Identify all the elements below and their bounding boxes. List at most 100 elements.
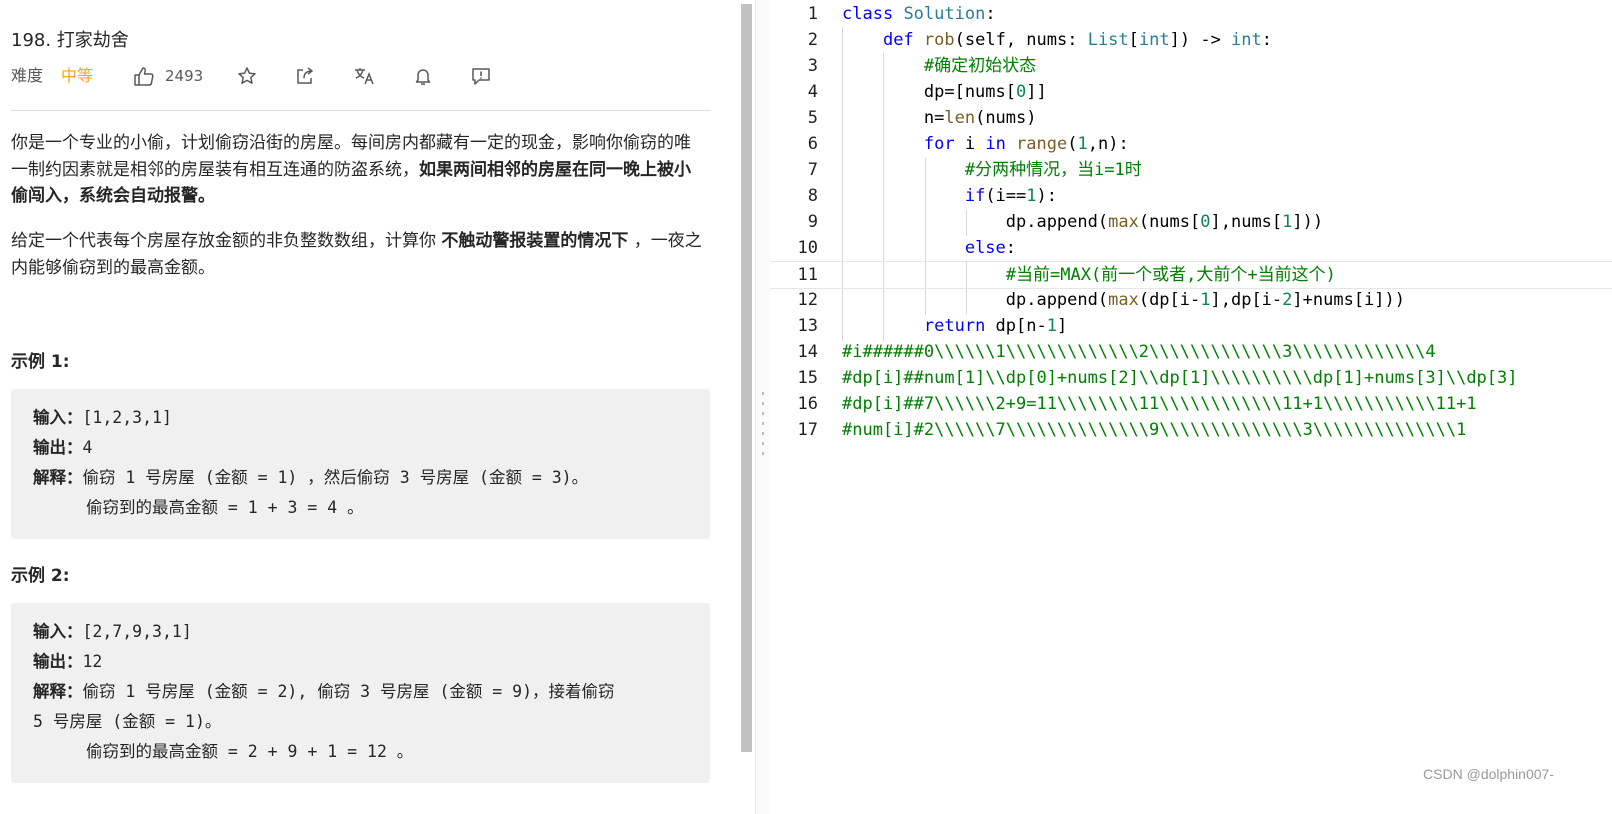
splitter-grip-dot — [762, 442, 764, 445]
code-text: #确定初始状态 — [842, 53, 1036, 79]
splitter-grip-dot — [762, 452, 764, 455]
code-line: 17 #num[i]#2\\\\\\7\\\\\\\\\\\\\\9\\\\\\… — [770, 417, 1612, 443]
line-number: 12 — [797, 290, 818, 310]
line-number: 15 — [797, 368, 818, 388]
star-icon[interactable] — [237, 66, 257, 93]
code-comment: #i######0\\\\\\1\\\\\\\\\\\\\2\\\\\\\\\\… — [842, 342, 1436, 362]
code-text: else: — [964, 238, 1017, 258]
code-line: 14 #i######0\\\\\\1\\\\\\\\\\\\\2\\\\\\\… — [770, 339, 1612, 365]
meta-divider — [11, 110, 711, 111]
code-text: for i in range(1,n): — [923, 134, 1129, 154]
code-comment: #dp[i]##num[1]\\dp[0]+nums[2]\\dp[1]\\\\… — [842, 368, 1518, 388]
output-label: 输出： — [33, 438, 83, 457]
splitter-grip-dot — [762, 392, 764, 395]
problem-title: 198. 打家劫舍 — [11, 30, 129, 51]
code-comment: #num[i]#2\\\\\\7\\\\\\\\\\\\\\9\\\\\\\\\… — [842, 420, 1467, 440]
code-line: 4 dp=[nums[0]] — [770, 79, 1612, 105]
code-text: dp.append(max(nums[0],nums[1])) — [842, 212, 1324, 232]
example-explain-line-1b: 5 号房屋 (金额 = 1)。 — [33, 712, 222, 731]
code-line: 1 class Solution: — [770, 1, 1612, 27]
code-line: 15 #dp[i]##num[1]\\dp[0]+nums[2]\\dp[1]\… — [770, 365, 1612, 391]
line-number: 5 — [807, 108, 818, 128]
description-scrollbar[interactable] — [741, 4, 752, 752]
example-2-box: 输入：[2,7,9,3,1] 输出：12 解释：偷窃 1 号房屋 (金额 = 2… — [11, 603, 710, 783]
code-text: n=len(nums) — [842, 108, 1037, 128]
description-text: 给定一个代表每个房屋存放金额的非负整数数组，计算你 — [11, 231, 442, 251]
bell-icon[interactable] — [413, 66, 433, 93]
code-line: 7 #分两种情况，当i=1时 — [770, 157, 1612, 183]
share-icon[interactable] — [295, 66, 315, 93]
panel-splitter[interactable] — [755, 0, 771, 814]
code-comment: #dp[i]##7\\\\\\2+9=11\\\\\\\\11\\\\\\\\\… — [842, 394, 1477, 414]
line-number: 6 — [807, 134, 818, 154]
code-text: dp.append(max(dp[i-1],dp[i-2]+nums[i])) — [842, 290, 1405, 310]
input-value: [1,2,3,1] — [82, 408, 172, 427]
difficulty-label: 难度 — [11, 66, 44, 85]
code-line: 16 #dp[i]##7\\\\\\2+9=11\\\\\\\\11\\\\\\… — [770, 391, 1612, 417]
line-number: 2 — [807, 30, 818, 50]
code-comment: #当前=MAX(前一个或者,大前个+当前这个) — [1005, 265, 1336, 285]
code-comment: #确定初始状态 — [923, 56, 1037, 76]
code-line: 10 else: — [770, 235, 1612, 261]
description-paragraph-2: 给定一个代表每个房屋存放金额的非负整数数组，计算你 不触动警报装置的情况下 ，一… — [11, 228, 706, 281]
example-explain-line: 解释：偷窃 1 号房屋 (金额 = 1) ，然后偷窃 3 号房屋 (金额 = 3… — [33, 467, 588, 489]
translate-icon[interactable] — [353, 66, 375, 93]
splitter-grip-dot — [762, 412, 764, 415]
code-editor[interactable]: 1 class Solution: 2 def rob(self, nums: … — [770, 0, 1612, 814]
code-text: dp=[nums[0]] — [842, 82, 1047, 102]
code-line: 13 return dp[n-1] — [770, 313, 1612, 339]
code-comment: #分两种情况，当i=1时 — [964, 160, 1142, 180]
output-value: 12 — [82, 652, 103, 671]
description-bold: 不触动警报装置的情况下 — [441, 231, 629, 251]
description-paragraph-1: 你是一个专业的小偷，计划偷窃沿街的房屋。每间房内都藏有一定的现金，影响你偷窃的唯… — [11, 130, 706, 210]
input-value: [2,7,9,3,1] — [82, 622, 192, 641]
code-line-current: 11 #当前=MAX(前一个或者,大前个+当前这个) — [770, 261, 1612, 289]
code-line: 5 n=len(nums) — [770, 105, 1612, 131]
line-number: 8 — [807, 186, 818, 206]
example-2-title: 示例 2: — [11, 566, 70, 586]
example-input-line: 输入：[1,2,3,1] — [33, 407, 172, 429]
problem-meta-bar: 难度 中等 2493 — [11, 64, 711, 88]
line-number: 14 — [797, 342, 818, 362]
example-1-box: 输入：[1,2,3,1] 输出：4 解释：偷窃 1 号房屋 (金额 = 1) ，… — [11, 389, 710, 539]
splitter-grip-dot — [762, 402, 764, 405]
code-line: 9 dp.append(max(nums[0],nums[1])) — [770, 209, 1612, 235]
code-text: #分两种情况，当i=1时 — [842, 157, 1142, 183]
example-input-line: 输入：[2,7,9,3,1] — [33, 621, 192, 643]
code-text: def rob(self, nums: List[int]) -> int: — [882, 30, 1273, 50]
example-1-title: 示例 1: — [11, 352, 70, 372]
example-output-line: 输出：4 — [33, 437, 92, 459]
code-text: #当前=MAX(前一个或者,大前个+当前这个) — [842, 262, 1336, 288]
thumbs-up-icon[interactable] — [133, 66, 155, 93]
code-line: 3 #确定初始状态 — [770, 53, 1612, 79]
input-label: 输入： — [33, 622, 83, 641]
line-number: 1 — [807, 4, 818, 24]
example-explain-line-2: 偷窃到的最高金额 = 2 + 9 + 1 = 12 。 — [86, 742, 414, 761]
code-text: class Solution: — [842, 4, 996, 24]
explain-text: 偷窃 1 号房屋 (金额 = 1) ，然后偷窃 3 号房屋 (金额 = 3)。 — [82, 468, 589, 487]
code-line: 6 for i in range(1,n): — [770, 131, 1612, 157]
code-line: 8 if(i==1): — [770, 183, 1612, 209]
explain-text: 偷窃 1 号房屋 (金额 = 2), 偷窃 3 号房屋 (金额 = 9)，接着偷… — [82, 682, 615, 701]
explain-label: 解释： — [33, 468, 83, 487]
line-number: 4 — [807, 82, 818, 102]
line-number: 17 — [797, 420, 818, 440]
splitter-grip-dot — [762, 422, 764, 425]
example-output-line: 输出：12 — [33, 651, 102, 673]
line-number: 3 — [807, 56, 818, 76]
code-line: 12 dp.append(max(dp[i-1],dp[i-2]+nums[i]… — [770, 287, 1612, 313]
line-number: 9 — [807, 212, 818, 232]
feedback-icon[interactable] — [471, 66, 491, 93]
line-number: 10 — [797, 238, 818, 258]
line-number: 16 — [797, 394, 818, 414]
watermark: CSDN @dolphin007- — [1423, 766, 1554, 782]
difficulty-badge: 中等 — [61, 66, 94, 85]
code-text: if(i==1): — [964, 186, 1057, 206]
output-value: 4 — [82, 438, 93, 457]
example-explain-line: 解释：偷窃 1 号房屋 (金额 = 2), 偷窃 3 号房屋 (金额 = 9)，… — [33, 681, 615, 703]
code-text: return dp[n-1] — [923, 316, 1068, 336]
problem-panel: 198. 打家劫舍 难度 中等 2493 你是一个专业的小偷，计划偷窃沿街的房屋… — [0, 0, 740, 814]
explain-label: 解释： — [33, 682, 83, 701]
line-number: 13 — [797, 316, 818, 336]
input-label: 输入： — [33, 408, 83, 427]
